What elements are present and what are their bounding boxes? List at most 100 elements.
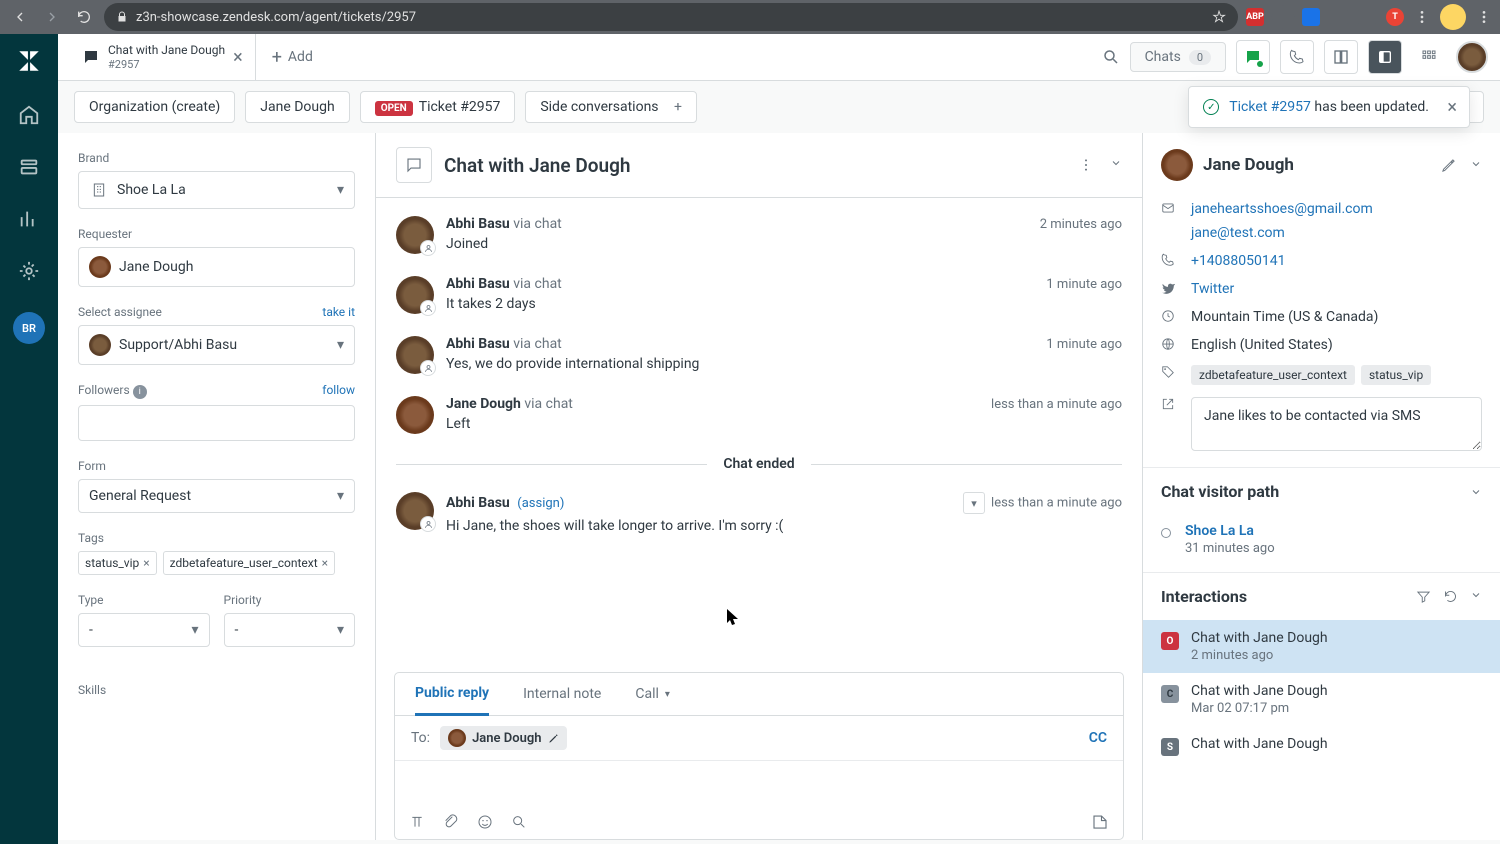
assign-link[interactable]: (assign)	[517, 496, 564, 511]
recipient-chip[interactable]: Jane Dough	[440, 726, 566, 750]
knowledge-capture-icon[interactable]	[1091, 813, 1109, 831]
admin-icon[interactable]	[18, 260, 40, 282]
close-notification-button[interactable]: ×	[1447, 97, 1457, 118]
user-tab[interactable]: Jane Dough	[245, 91, 349, 123]
twitter-icon	[1161, 281, 1177, 295]
user-email[interactable]: jane@test.com	[1191, 225, 1373, 241]
current-user-avatar[interactable]	[1456, 41, 1488, 73]
org-tab[interactable]: Organization (create)	[74, 91, 235, 123]
text-format-icon[interactable]	[409, 814, 425, 830]
priority-select[interactable]: -▾	[224, 613, 356, 647]
ticket-tab[interactable]: OPENTicket #2957	[360, 91, 516, 123]
message-via: via chat	[513, 336, 562, 352]
home-icon[interactable]	[18, 104, 40, 126]
browser-toolbar: z3n-showcase.zendesk.com/agent/tickets/2…	[0, 0, 1500, 34]
form-select[interactable]: General Request ▾	[78, 479, 355, 513]
take-it-link[interactable]: take it	[322, 305, 355, 319]
interaction-item[interactable]: S Chat with Jane Dough	[1143, 726, 1500, 766]
assignee-label: Select assignee	[78, 305, 162, 319]
interaction-title: Chat with Jane Dough	[1191, 683, 1328, 699]
filter-icon[interactable]	[1416, 589, 1431, 604]
brand-select[interactable]: Shoe La La ▾	[78, 171, 355, 209]
reports-icon[interactable]	[18, 208, 40, 230]
message-text: It takes 2 days	[446, 296, 1122, 312]
extension-icon[interactable]	[1302, 8, 1320, 26]
interaction-item[interactable]: O Chat with Jane Dough 2 minutes ago	[1143, 620, 1500, 673]
chevron-down-icon[interactable]	[1470, 589, 1482, 601]
remove-tag-button[interactable]: ×	[143, 556, 149, 570]
chevron-down-icon: ▾	[337, 488, 344, 504]
cc-button[interactable]: CC	[1089, 730, 1107, 746]
visitor-path-header[interactable]: Chat visitor path	[1143, 467, 1500, 515]
workspace-tab[interactable]: Chat with Jane Dough #2957 ×	[70, 34, 256, 80]
search-icon[interactable]	[511, 814, 527, 830]
layout-button[interactable]	[1324, 40, 1358, 74]
browser-back-button[interactable]	[8, 5, 32, 29]
side-conversations-tab[interactable]: Side conversations +	[525, 91, 697, 123]
extension-icon[interactable]	[1330, 8, 1348, 26]
browser-profile-avatar[interactable]	[1440, 4, 1466, 30]
remove-tag-button[interactable]: ×	[322, 556, 328, 570]
message-visibility-toggle[interactable]: ▾	[963, 492, 985, 514]
user-twitter[interactable]: Twitter	[1191, 281, 1234, 297]
user-phone[interactable]: +14088050141	[1191, 253, 1286, 269]
follow-link[interactable]: follow	[322, 383, 355, 399]
pencil-icon[interactable]	[548, 733, 559, 744]
user-email[interactable]: janeheartsshoes@gmail.com	[1191, 201, 1373, 217]
call-button[interactable]	[1280, 40, 1314, 74]
external-link-icon	[1161, 397, 1177, 411]
visitor-path-item[interactable]: Shoe La La 31 minutes ago	[1143, 515, 1500, 572]
search-icon[interactable]	[1102, 48, 1120, 66]
tags-label: Tags	[78, 531, 355, 545]
zendesk-logo-icon[interactable]	[16, 48, 42, 74]
tags-container[interactable]: status_vip× zdbetafeature_user_context×	[78, 551, 355, 575]
public-reply-tab[interactable]: Public reply	[415, 673, 489, 716]
call-tab[interactable]: Call▾	[635, 673, 670, 715]
interactions-header[interactable]: Interactions	[1143, 572, 1500, 620]
refresh-icon[interactable]	[1443, 589, 1458, 604]
chevron-down-icon[interactable]	[1110, 157, 1122, 169]
close-tab-button[interactable]: ×	[233, 47, 243, 68]
browser-reload-button[interactable]	[72, 5, 96, 29]
extension-icon[interactable]: T	[1386, 8, 1404, 26]
url-bar[interactable]: z3n-showcase.zendesk.com/agent/tickets/2…	[104, 3, 1238, 31]
assignee-value: Support/Abhi Basu	[119, 337, 237, 353]
views-icon[interactable]	[18, 156, 40, 178]
tag-icon	[1161, 365, 1177, 379]
chevron-down-icon[interactable]	[1470, 158, 1482, 170]
type-select[interactable]: -▾	[78, 613, 210, 647]
avatar	[396, 396, 434, 434]
timeline-dot-icon	[1161, 528, 1171, 538]
conversations-button[interactable]	[1236, 40, 1270, 74]
apps-grid-button[interactable]	[1412, 40, 1446, 74]
section-title: Chat visitor path	[1161, 482, 1279, 501]
internal-note-tab[interactable]: Internal note	[523, 673, 601, 715]
composer-textarea[interactable]	[395, 761, 1123, 805]
browser-forward-button[interactable]	[40, 5, 64, 29]
interaction-item[interactable]: C Chat with Jane Dough Mar 02 07:17 pm	[1143, 673, 1500, 726]
emoji-icon[interactable]	[477, 814, 493, 830]
menu-icon[interactable]	[1476, 9, 1492, 25]
rail-badge[interactable]: BR	[13, 312, 45, 344]
left-navigation-rail: BR	[0, 34, 58, 844]
extension-icon[interactable]	[1358, 8, 1376, 26]
extension-icon[interactable]: ABP	[1246, 8, 1264, 26]
assignee-select[interactable]: Support/Abhi Basu ▾	[78, 325, 355, 365]
more-icon[interactable]	[1078, 157, 1094, 173]
user-notes-textarea[interactable]	[1191, 397, 1482, 451]
notification-link[interactable]: Ticket #2957	[1229, 99, 1311, 115]
chevron-down-icon[interactable]	[1470, 486, 1482, 498]
add-tab-button[interactable]: + Add	[256, 47, 329, 68]
attachment-icon[interactable]	[443, 814, 459, 830]
requester-select[interactable]: Jane Dough	[78, 247, 355, 287]
followers-input[interactable]	[78, 405, 355, 441]
chats-button[interactable]: Chats 0	[1130, 42, 1226, 72]
panel-button[interactable]	[1368, 40, 1402, 74]
status-badge: O	[1161, 632, 1179, 650]
status-badge: S	[1161, 738, 1179, 756]
star-icon[interactable]	[1212, 10, 1226, 24]
menu-icon[interactable]	[1414, 9, 1430, 25]
pencil-icon[interactable]	[1441, 158, 1456, 173]
extension-icon[interactable]	[1270, 4, 1295, 29]
message-text: Hi Jane, the shoes will take longer to a…	[446, 518, 1122, 534]
